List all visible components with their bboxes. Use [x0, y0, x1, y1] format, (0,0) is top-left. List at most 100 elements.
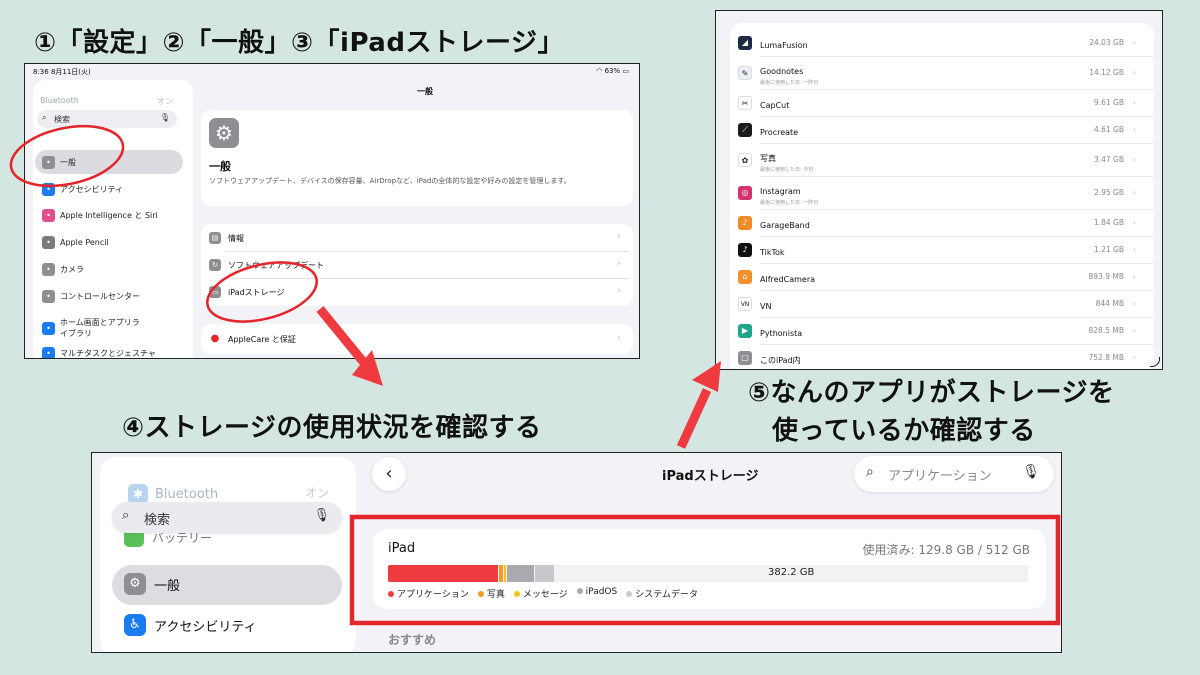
legend-label: iPadOS	[585, 587, 618, 597]
storage-segment	[504, 565, 506, 582]
sidebar-search-input[interactable]: ⌕ 検索 🎙	[37, 110, 177, 128]
app-row[interactable]: ⟋ Procreate 4.61 GB ›	[738, 116, 1142, 143]
chevron-right-icon: ›	[1132, 188, 1136, 197]
sidebar-item-6[interactable]: • ホーム画面とアプリライブラリ	[42, 317, 140, 339]
sidebar-item-3[interactable]: • Apple Pencil	[42, 236, 109, 249]
microphone-icon[interactable]: 🎙	[160, 113, 170, 122]
sidebar-item-2[interactable]: • Apple Intelligence と Siri	[42, 209, 158, 222]
legend-item: 写真	[477, 587, 505, 600]
app-row[interactable]: VN VN 844 MB ›	[738, 290, 1142, 317]
app-row[interactable]: ✿ 写真 最後に使用した日: 今日 3.47 GB ›	[738, 143, 1142, 176]
sidebar-item-1[interactable]: ♿ アクセシビリティ	[124, 614, 257, 636]
gear-icon: •	[42, 156, 55, 169]
storage-free: 382.2 GB	[768, 567, 815, 578]
sidebar-item-bluetooth[interactable]: ✱ Bluetooth	[128, 484, 218, 504]
storage-segment	[535, 565, 554, 582]
legend-label: メッセージ	[522, 590, 568, 600]
app-icon: ⌂	[738, 269, 752, 284]
chevron-left-icon: ‹	[385, 463, 393, 484]
chevron-right-icon: ›	[617, 286, 621, 296]
general-row-2[interactable]: ▭ iPadストレージ	[209, 286, 285, 298]
app-row[interactable]: ♪ GarageBand 1.84 GB ›	[738, 209, 1142, 236]
app-row[interactable]: ▢ このiPad内 752.8 MB ›	[738, 344, 1142, 369]
microphone-icon[interactable]: 🎙	[313, 508, 330, 523]
search-icon: ⌕	[122, 508, 130, 523]
sidebar-item-label: アクセシビリティ	[60, 185, 124, 194]
app-row[interactable]: ◢ LumaFusion 24.03 GB ›	[738, 29, 1142, 56]
chevron-right-icon: ›	[617, 259, 621, 269]
status-bar-time: 8:36 8月11日(火)	[33, 68, 91, 76]
app-size: 844 MB	[1095, 299, 1124, 308]
app-row[interactable]: ⌂ AlfredCamera 893.9 MB ›	[738, 263, 1142, 290]
update-icon: ↻	[209, 259, 221, 271]
gear-icon: ⚙	[209, 118, 239, 148]
storage-segment	[507, 565, 534, 582]
heading-step-5-line1: ⑤なんのアプリがストレージを	[748, 378, 1115, 408]
sidebar-item-1[interactable]: • アクセシビリティ	[42, 183, 123, 196]
legend-dot-icon	[626, 591, 633, 597]
settings-general-screenshot: 8:36 8月11日(火) ◠ 63% ▭ Bluetooth オン ⌕ 検索 …	[24, 63, 640, 359]
app-name: Instagram	[760, 187, 801, 196]
sidebar-item-0[interactable]: ⚙ 一般	[124, 573, 180, 595]
sidebar-item-label: カメラ	[60, 265, 84, 274]
app-row[interactable]: ▶ Pythonista 828.5 MB ›	[738, 317, 1142, 344]
sidebar-item-label: アクセシビリティ	[154, 619, 257, 635]
applecare-row[interactable]: ● AppleCare と保証	[209, 333, 296, 345]
back-button[interactable]: ‹	[372, 457, 406, 491]
sidebar-item-label: Apple Pencil	[60, 238, 109, 247]
app-name: 写真	[760, 154, 776, 163]
ipad-storage-screenshot: ✱ Bluetooth オン バッテリー ⌕ 検索 🎙 ⚙ 一般 ♿ アクセシビリティ…	[91, 452, 1062, 653]
chevron-right-icon: ›	[1132, 38, 1136, 47]
pencil-icon: •	[42, 236, 55, 249]
heading-step-4: ④ストレージの使用状況を確認する	[122, 413, 542, 443]
app-size: 1.21 GB	[1093, 245, 1124, 254]
app-row[interactable]: ◎ Instagram 最後に使用した日: 一昨日 2.95 GB ›	[738, 176, 1142, 209]
search-icon: ⌕	[42, 113, 47, 122]
app-last-used: 最後に使用した日: 一昨日	[760, 200, 819, 206]
page-title: iPadストレージ	[662, 469, 759, 484]
storage-usage-bar: 382.2 GB	[388, 565, 1028, 582]
app-last-used: 最後に使用した日: 一昨日	[760, 80, 819, 86]
sidebar-item-4[interactable]: • カメラ	[42, 263, 84, 276]
storage-used: 使用済み: 129.8 GB / 512 GB	[862, 543, 1030, 557]
apple-icon: ●	[209, 333, 221, 345]
app-size: 2.95 GB	[1093, 188, 1124, 197]
app-icon: ♪	[738, 215, 752, 230]
wifi-icon: ◠	[596, 67, 605, 75]
chevron-right-icon: ›	[617, 232, 621, 242]
search-icon: ⌕	[866, 464, 874, 480]
general-description: ソフトウェアアップデート、デバイスの保存容量、AirDropなど、iPadの全体…	[209, 177, 571, 185]
arrow-to-step5	[676, 361, 721, 449]
sidebar-item-5[interactable]: • コントロールセンター	[42, 290, 140, 303]
app-row[interactable]: ♪ TikTok 1.21 GB ›	[738, 236, 1142, 263]
app-size: 893.9 MB	[1088, 272, 1124, 281]
legend-item: iPadOS	[576, 587, 618, 600]
app-icon: ▶	[738, 323, 752, 338]
app-name: このiPad内	[760, 356, 801, 365]
general-row-label: 情報	[228, 233, 244, 243]
sidebar-item-label: コントロールセンター	[60, 292, 140, 301]
storage-icon: ▭	[209, 286, 221, 298]
storage-legend: アプリケーション 写真 メッセージ iPadOS システムデータ	[388, 587, 698, 600]
sidebar-item-bluetooth[interactable]: Bluetooth	[40, 96, 79, 105]
sidebar-item-7[interactable]: • マルチタスクとジェスチャ	[42, 347, 156, 358]
microphone-icon[interactable]: 🎙	[1022, 464, 1040, 480]
app-row[interactable]: ✂ CapCut 9.61 GB ›	[738, 89, 1142, 116]
legend-dot-icon	[388, 591, 394, 597]
app-name: GarageBand	[760, 221, 810, 230]
sidebar-item-0[interactable]: • 一般	[42, 156, 76, 169]
app-size: 4.61 GB	[1093, 125, 1124, 134]
chevron-right-icon: ›	[1132, 125, 1136, 134]
app-name: Procreate	[760, 128, 799, 137]
general-row-0[interactable]: ▤ 情報	[209, 232, 244, 244]
app-row[interactable]: ✎ Goodnotes 最後に使用した日: 一昨日 14.12 GB ›	[738, 56, 1142, 89]
legend-item: メッセージ	[513, 587, 568, 600]
chevron-right-icon: ›	[1132, 155, 1136, 164]
chevron-right-icon: ›	[1132, 299, 1136, 308]
gear-icon: ⚙	[124, 573, 146, 595]
app-search-input[interactable]: ⌕ アプリケーション 🎙	[854, 456, 1054, 492]
chevron-right-icon: ›	[1132, 98, 1136, 107]
sidebar-search-input[interactable]: ⌕ 検索 🎙	[112, 502, 342, 533]
general-row-1[interactable]: ↻ ソフトウェアアップデート	[209, 259, 324, 271]
app-size: 3.47 GB	[1093, 155, 1124, 164]
